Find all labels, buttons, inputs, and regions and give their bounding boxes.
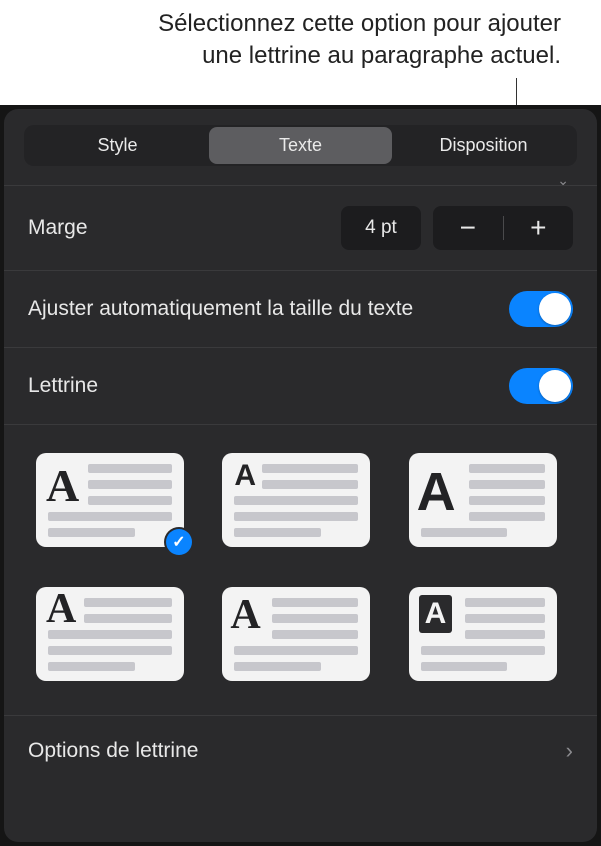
margin-value[interactable]: 4 pt	[341, 206, 421, 250]
controls-area: ⌄ Marge 4 pt − + Ajuster automatiquement…	[4, 176, 597, 842]
dropcap-style-4[interactable]: A	[36, 587, 184, 681]
callout-line1: Sélectionnez cette option pour ajouter	[158, 10, 561, 37]
dropcap-style-1[interactable]: A ✓	[36, 453, 184, 547]
autofit-row: Ajuster automatiquement la taille du tex…	[4, 271, 597, 348]
tab-text[interactable]: Texte	[209, 127, 392, 164]
dropcap-options-row[interactable]: Options de lettrine ›	[4, 716, 597, 786]
dropcap-glyph-icon: A	[419, 595, 453, 633]
margin-label: Marge	[28, 214, 329, 241]
inspector-panel: Style Texte Disposition ⌄ Marge 4 pt − +…	[4, 109, 597, 842]
tab-style[interactable]: Style	[26, 127, 209, 164]
selected-check-icon: ✓	[166, 529, 192, 555]
dropcap-toggle[interactable]	[509, 368, 573, 404]
previous-section-divider: ⌄	[4, 176, 597, 186]
tab-bar: Style Texte Disposition	[24, 125, 577, 166]
dropcap-label: Lettrine	[28, 372, 497, 399]
dropcap-style-6[interactable]: A	[409, 587, 557, 681]
autofit-toggle[interactable]	[509, 291, 573, 327]
autofit-label: Ajuster automatiquement la taille du tex…	[28, 295, 497, 322]
dropcap-options-label: Options de lettrine	[28, 739, 566, 763]
dropcap-glyph-icon: A	[417, 461, 456, 523]
dropcap-style-3[interactable]: A	[409, 453, 557, 547]
dropcap-glyph-icon: A	[230, 591, 260, 639]
margin-decrease-button[interactable]: −	[433, 214, 503, 242]
margin-row: Marge 4 pt − +	[4, 186, 597, 271]
tab-layout[interactable]: Disposition	[392, 127, 575, 164]
callout-text: Sélectionnez cette option pour ajouter u…	[0, 0, 601, 73]
dropcap-row: Lettrine	[4, 348, 597, 425]
callout-line2: une lettrine au paragraphe actuel.	[202, 42, 561, 69]
chevron-right-icon: ›	[566, 738, 573, 764]
dropcap-style-2[interactable]: A	[222, 453, 370, 547]
dropcap-glyph-icon: A	[46, 459, 79, 512]
dropcap-glyph-icon: A	[46, 585, 76, 633]
margin-stepper: − +	[433, 206, 573, 250]
inspector-panel-frame: Style Texte Disposition ⌄ Marge 4 pt − +…	[0, 105, 601, 846]
dropcap-style-5[interactable]: A	[222, 587, 370, 681]
margin-increase-button[interactable]: +	[504, 214, 574, 242]
dropcap-glyph-icon: A	[234, 459, 256, 493]
chevron-icon: ⌄	[557, 172, 569, 189]
dropcap-style-grid: A ✓ A A	[4, 425, 597, 716]
